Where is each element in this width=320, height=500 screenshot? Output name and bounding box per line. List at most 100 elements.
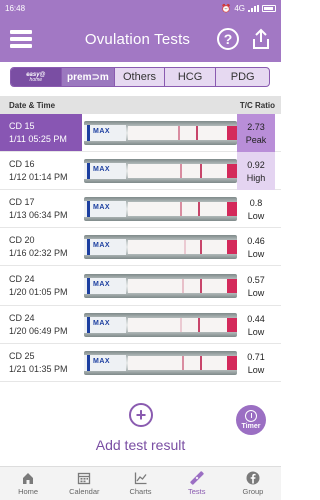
test-datetime: 1/20 06:49 PM <box>9 326 68 336</box>
share-icon[interactable] <box>251 28 271 50</box>
tc-ratio-value: 0.57 <box>247 274 265 285</box>
test-row[interactable]: CD 20 1/16 02:32 PM MAX 0.46 Low <box>0 228 281 266</box>
test-row[interactable]: CD 15 1/11 05:25 PM MAX 2.73 Peak <box>0 114 281 152</box>
lh-level: Low <box>247 364 265 375</box>
nav-charts[interactable]: Charts <box>112 467 168 500</box>
test-datetime: 1/21 01:35 PM <box>9 364 68 374</box>
alarm-icon: ⏰ <box>221 3 232 13</box>
app-header: Ovulation Tests ? <box>0 16 281 62</box>
calendar-icon <box>78 472 91 485</box>
cycle-day: CD 25 <box>9 351 35 361</box>
test-strip-image: MAX <box>84 121 237 145</box>
lh-level: Low <box>247 210 265 221</box>
tc-ratio-cell: 0.44 Low <box>237 306 275 344</box>
clock-icon <box>245 410 257 422</box>
lh-level: Low <box>247 326 265 337</box>
nav-group-label: Group <box>242 487 264 496</box>
nav-calendar[interactable]: Calendar <box>56 467 112 500</box>
column-tc-ratio: T/C Ratio <box>239 100 275 110</box>
nav-tests-label: Tests <box>187 487 206 496</box>
cycle-day: CD 17 <box>9 197 35 207</box>
cycle-day: CD 15 <box>9 121 35 131</box>
nav-charts-label: Charts <box>129 487 152 496</box>
status-indicators: ⏰ 4G <box>221 4 276 13</box>
test-row[interactable]: CD 17 1/13 06:34 PM MAX 0.8 Low <box>0 190 281 228</box>
menu-icon[interactable] <box>10 30 32 48</box>
network-type: 4G <box>234 3 245 13</box>
nav-calendar-label: Calendar <box>69 487 100 496</box>
help-icon[interactable]: ? <box>217 28 239 50</box>
column-date-time: Date & Time <box>9 100 56 110</box>
test-strip-image: MAX <box>84 351 237 375</box>
bottom-nav: Home Calendar Charts Tests Group <box>0 466 281 500</box>
test-row[interactable]: CD 24 1/20 01:05 PM MAX 0.57 Low <box>0 266 281 306</box>
test-datetime: 1/11 05:25 PM <box>9 134 67 144</box>
page-title: Ovulation Tests <box>84 30 191 48</box>
test-row[interactable]: CD 24 1/20 06:49 PM MAX 0.44 Low <box>0 306 281 344</box>
tc-ratio-value: 0.92 <box>247 159 265 170</box>
battery-icon <box>262 4 276 12</box>
nav-home-label: Home <box>18 487 39 496</box>
test-row[interactable]: CD 16 1/12 01:14 PM MAX 0.92 High <box>0 152 281 190</box>
cycle-day: CD 16 <box>9 159 35 169</box>
status-bar: 16:48 ⏰ 4G <box>0 0 281 16</box>
tc-ratio-value: 0.46 <box>247 235 265 246</box>
brand-tabs: easy@ home prem⊃m Others HCG PDG <box>10 67 270 87</box>
test-date-cell: CD 24 1/20 06:49 PM <box>0 306 82 343</box>
table-header: Date & Time T/C Ratio <box>0 96 281 114</box>
home-icon <box>23 473 34 484</box>
timer-button[interactable]: Timer <box>236 405 266 435</box>
test-strip-image: MAX <box>84 197 237 221</box>
nav-group[interactable]: Group <box>225 467 281 500</box>
test-strip-icon <box>190 471 204 485</box>
tab-others[interactable]: Others <box>114 68 164 86</box>
plus-icon: + <box>135 405 147 425</box>
test-date-cell: CD 16 1/12 01:14 PM <box>0 152 82 189</box>
lh-level: Low <box>247 248 265 259</box>
chart-icon <box>134 472 147 485</box>
test-datetime: 1/16 02:32 PM <box>9 248 68 258</box>
cycle-day: CD 24 <box>9 313 35 323</box>
signal-icon <box>248 4 259 12</box>
test-strip-image: MAX <box>84 274 237 298</box>
test-datetime: 1/20 01:05 PM <box>9 287 68 297</box>
add-test-label[interactable]: Add test result <box>0 437 281 453</box>
tab-pdg[interactable]: PDG <box>215 68 269 86</box>
tc-ratio-cell: 0.92 High <box>237 152 275 190</box>
lh-level: High <box>246 172 266 183</box>
tab-premom[interactable]: prem⊃m <box>60 68 115 86</box>
nav-home[interactable]: Home <box>0 467 56 500</box>
test-date-cell: CD 15 1/11 05:25 PM <box>0 114 82 151</box>
cycle-day: CD 20 <box>9 235 35 245</box>
test-row[interactable]: CD 25 1/21 01:35 PM MAX 0.71 Low <box>0 344 281 382</box>
tc-ratio-cell: 0.71 Low <box>237 344 275 382</box>
header-actions: ? <box>217 28 271 50</box>
tc-ratio-value: 0.71 <box>247 351 265 362</box>
tc-ratio-cell: 0.46 Low <box>237 228 275 266</box>
add-test-button[interactable]: + <box>129 403 153 427</box>
test-datetime: 1/12 01:14 PM <box>9 172 68 182</box>
tc-ratio-cell: 0.8 Low <box>237 190 275 228</box>
tab-hcg[interactable]: HCG <box>163 68 216 86</box>
timer-label: Timer <box>241 423 261 430</box>
tc-ratio-value: 2.73 <box>247 121 265 132</box>
tc-ratio-cell: 0.57 Low <box>237 266 275 306</box>
test-date-cell: CD 24 1/20 01:05 PM <box>0 266 82 305</box>
test-date-cell: CD 20 1/16 02:32 PM <box>0 228 82 265</box>
lh-level: Peak <box>245 134 267 145</box>
tc-ratio-cell: 2.73 Peak <box>237 114 275 152</box>
tc-ratio-value: 0.8 <box>249 197 263 208</box>
test-date-cell: CD 25 1/21 01:35 PM <box>0 344 82 381</box>
facebook-icon <box>246 471 260 485</box>
test-datetime: 1/13 06:34 PM <box>9 210 68 220</box>
tab-easy-home[interactable]: easy@ home <box>11 68 61 86</box>
status-time: 16:48 <box>5 3 26 13</box>
test-strip-image: MAX <box>84 235 237 259</box>
nav-tests[interactable]: Tests <box>169 467 225 500</box>
cycle-day: CD 24 <box>9 274 35 284</box>
tc-ratio-value: 0.44 <box>247 313 265 324</box>
lh-level: Low <box>247 287 265 298</box>
test-date-cell: CD 17 1/13 06:34 PM <box>0 190 82 227</box>
test-strip-image: MAX <box>84 159 237 183</box>
test-strip-image: MAX <box>84 313 237 337</box>
